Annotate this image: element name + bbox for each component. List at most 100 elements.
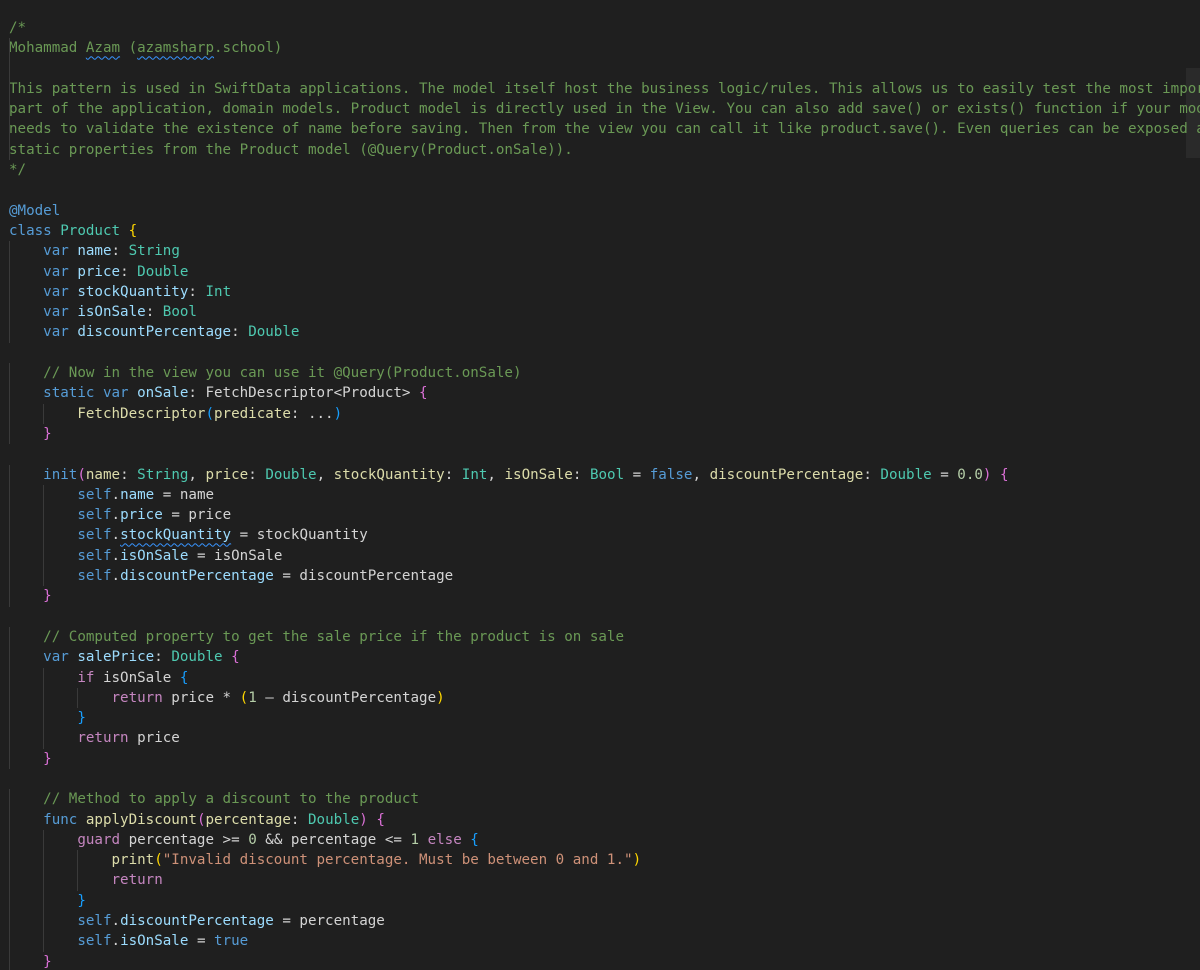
code-line[interactable]: } [9,951,1200,970]
indent-guide [43,870,45,891]
indent-guide [9,423,10,445]
code-token: "Invalid discount percentage. Must be be… [162,852,633,869]
code-line[interactable] [9,58,1200,79]
code-line[interactable]: var stockQuantity: Int [9,281,1200,303]
code-line[interactable]: var discountPercentage: Double [9,322,1200,343]
code-token: : ... [290,405,334,422]
code-line[interactable]: // Now in the view you can use it @Query… [9,363,1200,384]
indent-guide [9,99,10,120]
code-line[interactable] [9,343,1200,363]
code-line[interactable]: // Computed property to get the sale pri… [9,626,1200,648]
code-token: 1 [410,831,420,848]
code-line[interactable]: guard percentage >= 0 && percentage <= 1… [9,829,1200,851]
code-line[interactable]: func applyDiscount(percentage: Double) { [9,809,1200,830]
code-token: : [154,649,172,666]
indent-guide [9,525,10,546]
code-line[interactable]: Mohammad Azam (azamsharp.school) [9,38,1200,59]
code-line[interactable]: needs to validate the existence of name … [9,119,1200,140]
indent-guide [9,850,10,871]
code-line[interactable]: print("Invalid discount percentage. Must… [9,850,1200,871]
code-token: . [111,568,121,585]
code-token: : [290,811,308,828]
indent-guide [77,687,79,709]
code-line[interactable]: if isOnSale { [9,667,1200,688]
code-line[interactable]: self.isOnSale = isOnSale [9,545,1200,567]
code-token: ) [632,852,642,869]
code-line[interactable]: part of the application, domain models. … [9,99,1200,120]
code-token: FetchDescriptor [77,405,206,422]
code-line[interactable]: This pattern is used in SwiftData applic… [9,78,1200,100]
code-line[interactable]: self.discountPercentage = discountPercen… [9,566,1200,587]
code-line[interactable]: // Method to apply a discount to the pro… [9,789,1200,810]
code-line[interactable]: } [9,890,1200,912]
code-line[interactable]: /* [9,18,1200,38]
code-token: self [77,507,112,524]
code-token: applyDiscount [85,811,197,828]
code-token: var [43,283,78,300]
code-line[interactable]: return price [9,728,1200,749]
code-line[interactable] [9,769,1200,789]
code-token: discountPercentage [77,324,232,341]
code-token: // Now in the view you can use it @Query… [43,365,522,382]
indent-guide [9,566,10,587]
code-line[interactable]: } [9,708,1200,729]
code-token: self [77,913,112,930]
code-line[interactable]: static var onSale: FetchDescriptor<Produ… [9,383,1200,404]
code-line[interactable]: } [9,586,1200,607]
code-token: , [188,466,206,483]
code-line[interactable]: self.discountPercentage = percentage [9,911,1200,932]
indent-guide [9,302,10,323]
code-token: self [77,547,112,564]
code-line[interactable]: var isOnSale: Bool [9,302,1200,323]
code-line[interactable]: self.isOnSale = true [9,931,1200,952]
code-line[interactable]: self.name = name [9,484,1200,506]
code-line[interactable]: var name: String [9,241,1200,262]
code-editor[interactable]: /* Mohammad Azam (azamsharp.school) This p… [0,0,1200,970]
code-line[interactable]: class Product { [9,221,1200,241]
code-line[interactable]: return price * (1 – discountPercentage) [9,687,1200,709]
code-line[interactable]: var salePrice: Double { [9,647,1200,668]
code-line[interactable]: } [9,423,1200,445]
code-token: return [77,730,138,747]
code-line[interactable] [9,180,1200,200]
code-token: : [120,466,138,483]
indent-guide [9,505,10,526]
code-token: isOnSale [120,933,189,950]
code-token: isOnSale [77,304,146,321]
code-token: false [649,466,693,483]
code-token: var [43,649,78,666]
code-line[interactable]: var price: Double [9,261,1200,282]
code-line[interactable]: self.stockQuantity = stockQuantity [9,525,1200,546]
indent-guide [9,484,10,506]
code-line[interactable]: */ [9,160,1200,180]
code-line[interactable] [9,607,1200,627]
code-token: { [128,222,138,239]
code-line[interactable]: static properties from the Product model… [9,139,1200,161]
code-token: /* [9,20,27,36]
code-token: Int [461,466,488,483]
code-line[interactable]: @Model [9,201,1200,221]
code-line[interactable]: return [9,870,1200,891]
code-token: : [145,304,163,321]
indent-guide [43,931,45,952]
code-line[interactable]: self.price = price [9,505,1200,526]
code-line[interactable]: } [9,748,1200,769]
indent-guide [9,951,10,970]
code-line[interactable]: init(name: String, price: Double, stockQ… [9,464,1200,485]
code-token: . [111,547,121,564]
code-line[interactable]: FetchDescriptor(predicate: ...) [9,403,1200,424]
code-token: name [120,486,155,503]
code-token: stockQuantity [333,466,445,483]
code-token: Double [308,811,360,828]
code-line[interactable] [9,444,1200,464]
